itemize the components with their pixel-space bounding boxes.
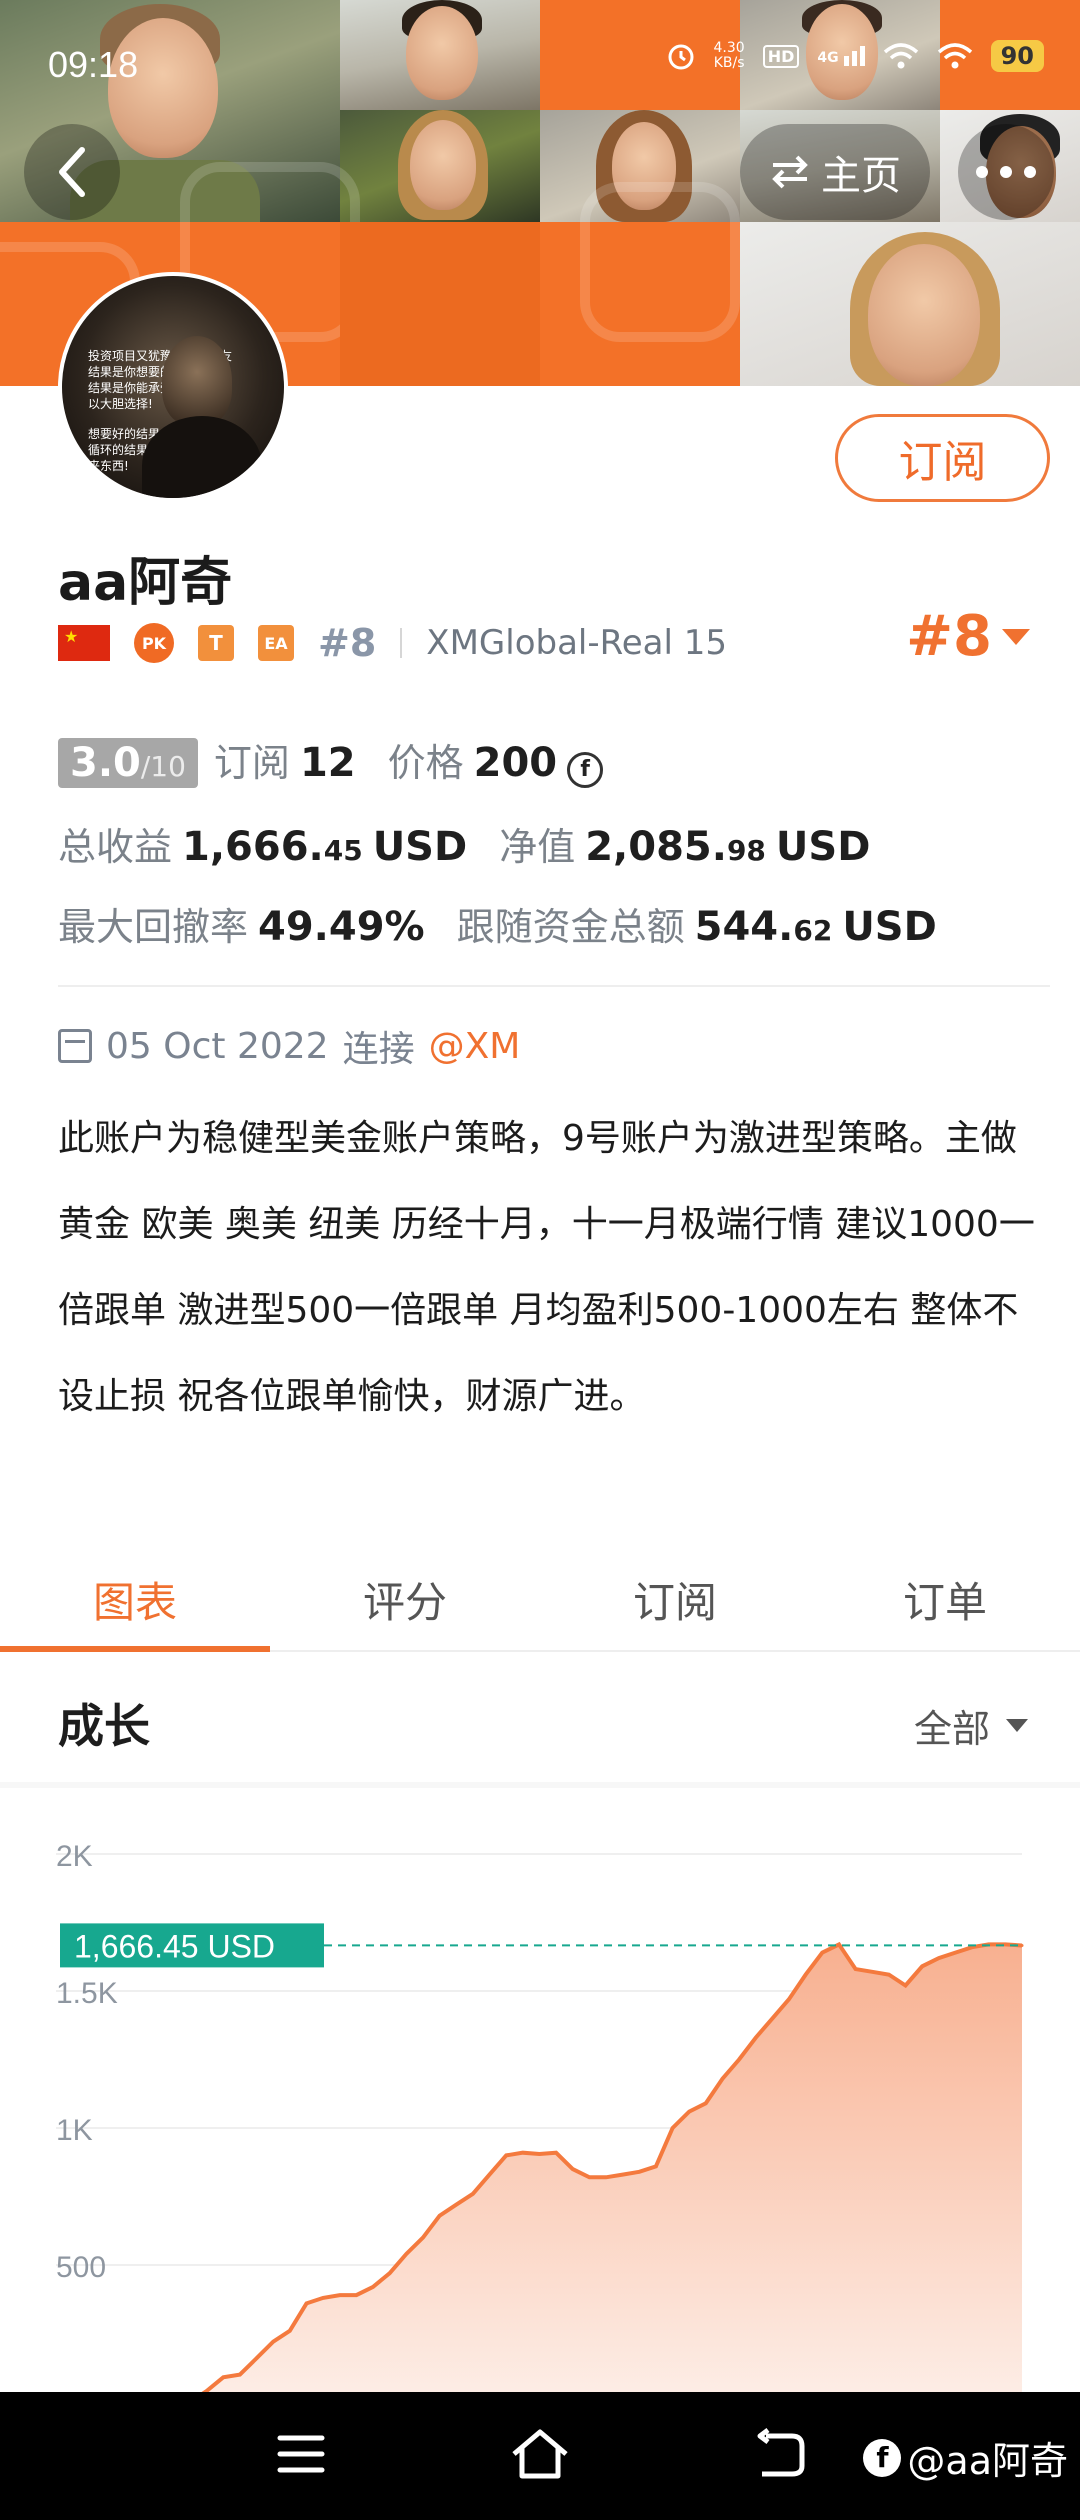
china-flag-icon <box>58 625 110 661</box>
follow-funds-label: 跟随资金总额 <box>456 905 685 949</box>
subscribe-count-label: 订阅 <box>213 741 290 785</box>
more-horizontal-icon <box>976 166 1036 178</box>
range-label: 全部 <box>913 1707 990 1751</box>
rank-value: #8 <box>906 604 992 669</box>
watermark-text: @aa阿奇 <box>907 2439 1068 2483</box>
profit-row: 总收益 1,666.45 USD 净值 2,085.98 USD <box>58 816 870 871</box>
menu-icon[interactable] <box>276 2432 326 2476</box>
connection-info: 05 Oct 2022 连接 @XM <box>58 1020 520 1072</box>
total-profit-value: 1,666.45 <box>182 824 363 870</box>
t-badge-icon: T <box>198 625 234 661</box>
home-label: 主页 <box>821 153 901 199</box>
battery-indicator: 90 <box>990 40 1044 72</box>
price-label: 价格 <box>387 741 464 785</box>
price-value: 200 <box>473 740 558 786</box>
divider <box>400 628 403 658</box>
wifi-icon <box>883 43 918 69</box>
home-icon[interactable] <box>508 2426 572 2482</box>
caret-down-icon <box>1006 1719 1028 1732</box>
total-profit-unit: USD <box>372 824 468 870</box>
drawdown-label: 最大回撤率 <box>58 905 249 949</box>
badge-row: PK T EA #8 XMGlobal-Real 15 <box>58 618 727 668</box>
coin-icon: f <box>567 751 604 788</box>
equity-label: 净值 <box>499 825 576 869</box>
growth-chart[interactable]: 2K 1.5K 1K 500 1,666.45 USD <box>0 1800 1080 2400</box>
current-value-label: 1,666.45 USD <box>74 1928 275 1964</box>
back-icon[interactable] <box>752 2428 808 2480</box>
broker-link[interactable]: @XM <box>429 1026 521 1067</box>
score-row: 3.0/10 订阅 12 价格 200 f <box>58 732 604 788</box>
rank-badge: #8 <box>318 621 377 665</box>
chevron-left-icon <box>59 147 85 197</box>
tab-rating[interactable]: 评分 <box>270 1548 540 1650</box>
banner-tile <box>540 182 740 386</box>
hd-icon: HD <box>762 44 800 68</box>
ea-badge-icon: EA <box>258 625 294 661</box>
more-button[interactable] <box>958 124 1054 220</box>
drawdown-value: 49.49% <box>258 904 425 950</box>
account-name: aa阿奇 <box>58 553 233 613</box>
range-selector[interactable]: 全部 <box>914 1698 1028 1753</box>
alarm-icon <box>668 44 694 70</box>
caret-down-icon <box>1002 628 1030 645</box>
banner-photo <box>340 0 540 110</box>
wifi-icon <box>937 43 972 69</box>
tab-bar: 图表 评分 订阅 订单 <box>0 1548 1080 1652</box>
back-button[interactable] <box>24 124 120 220</box>
drawdown-row: 最大回撤率 49.49% 跟随资金总额 544.62 USD <box>58 896 937 951</box>
tab-chart[interactable]: 图表 <box>0 1548 270 1652</box>
banner-photo <box>740 222 1080 386</box>
calendar-icon <box>58 1029 92 1063</box>
subscribe-count: 12 <box>299 740 356 786</box>
y-tick-label: 2K <box>56 1840 93 1873</box>
net-speed: 4.30 KB/s <box>713 40 745 71</box>
server-name: XMGlobal-Real 15 <box>426 623 728 663</box>
watermark: f @aa阿奇 <box>863 2430 1068 2485</box>
subscribe-button[interactable]: 订阅 <box>835 414 1050 502</box>
rank-selector[interactable]: #8 <box>906 604 1030 669</box>
banner-photo <box>340 110 540 222</box>
growth-title: 成长 <box>58 1699 150 1753</box>
equity-unit: USD <box>775 824 871 870</box>
divider <box>58 985 1050 987</box>
tab-orders[interactable]: 订单 <box>810 1548 1080 1650</box>
connect-date: 05 Oct 2022 <box>106 1025 329 1067</box>
pk-badge-icon: PK <box>134 623 174 663</box>
y-tick-label: 1K <box>56 2114 93 2147</box>
status-icons: 4.30 KB/s HD 4G 90 <box>666 40 1044 72</box>
banner-tile <box>340 222 540 386</box>
avatar[interactable]: 投资项目又犹豫不决的朋友 结果是你想要的 结果是你能承受的 以大胆选择! 想要好… <box>58 272 288 502</box>
equity-value: 2,085.98 <box>585 824 766 870</box>
connect-label: 连接 <box>342 1029 415 1070</box>
score-badge: 3.0/10 <box>58 738 198 788</box>
y-tick-label: 500 <box>56 2251 106 2284</box>
status-time: 09:18 <box>48 44 139 85</box>
y-tick-label: 1.5K <box>56 1977 118 2010</box>
facebook-icon: f <box>863 2438 902 2477</box>
home-button[interactable]: 主页 <box>740 124 930 220</box>
follow-funds-value: 544.62 <box>694 904 833 950</box>
section-separator <box>0 1782 1080 1788</box>
total-profit-label: 总收益 <box>58 825 173 869</box>
account-description: 此账户为稳健型美金账户策略，9号账户为激进型策略。主做黄金 欧美 奥美 纽美 历… <box>58 1118 1035 1417</box>
growth-area <box>193 1944 1022 2400</box>
follow-funds-unit: USD <box>842 904 937 950</box>
signal-icon: 4G <box>817 46 865 66</box>
swap-icon <box>772 155 808 189</box>
tab-subscriptions[interactable]: 订阅 <box>540 1548 810 1650</box>
